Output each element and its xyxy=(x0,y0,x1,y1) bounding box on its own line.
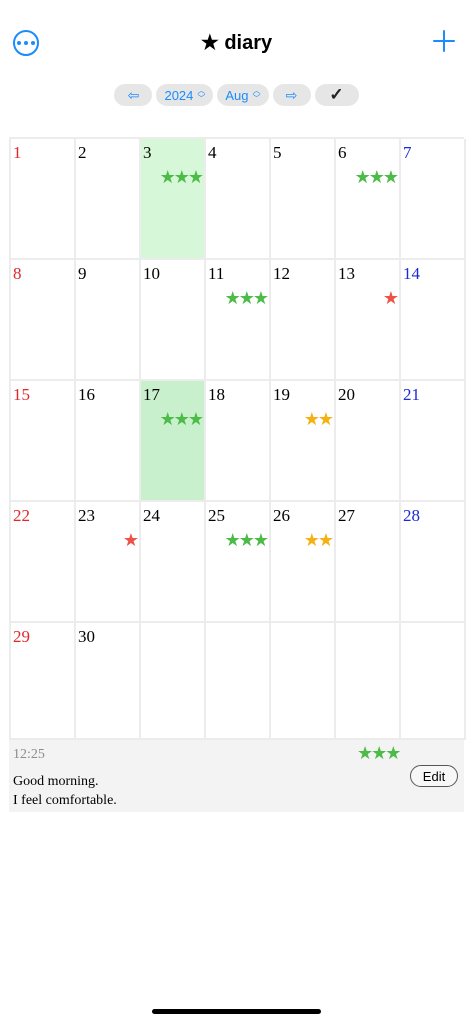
calendar-day-24[interactable]: 24 xyxy=(141,502,206,623)
rating-stars: ★★★ xyxy=(354,167,399,187)
calendar-day-4[interactable]: 4 xyxy=(206,139,271,260)
day-number: 5 xyxy=(273,143,282,162)
calendar-day-17[interactable]: 17 ★★★ xyxy=(141,381,206,502)
rating-stars: ★★ xyxy=(303,409,334,429)
day-number: 11 xyxy=(208,264,225,283)
entry-detail: 12:25 ★★★ Good morning. I feel comfortab… xyxy=(9,740,464,812)
day-number: 2 xyxy=(78,143,87,162)
rating-stars: ★★★ xyxy=(224,530,269,550)
day-number: 23 xyxy=(78,506,95,525)
next-month-button[interactable]: ⇨ xyxy=(272,84,311,106)
day-number: 29 xyxy=(13,627,30,646)
day-number: 12 xyxy=(273,264,290,283)
calendar-day-15[interactable]: 15 xyxy=(11,381,76,502)
day-number: 10 xyxy=(143,264,160,283)
day-number: 18 xyxy=(208,385,225,404)
year-value: 2024 xyxy=(164,87,194,103)
day-number: 21 xyxy=(403,385,420,404)
calendar-empty-cell xyxy=(206,623,271,740)
calendar-day-26[interactable]: 26 ★★ xyxy=(271,502,336,623)
calendar-day-9[interactable]: 9 xyxy=(76,260,141,381)
home-indicator xyxy=(152,1009,321,1014)
entry-time: 12:25 xyxy=(13,747,45,762)
calendar-empty-cell xyxy=(336,623,401,740)
rating-stars: ★★★ xyxy=(159,167,204,187)
year-select[interactable]: 2024 ︿ ﹀ xyxy=(156,84,214,106)
day-number: 6 xyxy=(338,143,347,162)
entry-rating-stars: ★★★ xyxy=(357,743,401,763)
calendar-day-8[interactable]: 8 xyxy=(11,260,76,381)
calendar-day-30[interactable]: 30 xyxy=(76,623,141,740)
calendar-day-6[interactable]: 6 ★★★ xyxy=(336,139,401,260)
add-entry-button[interactable] xyxy=(432,29,456,53)
day-number: 14 xyxy=(403,264,420,283)
calendar-empty-cell xyxy=(401,623,466,740)
check-button[interactable]: ✓ xyxy=(314,84,359,106)
day-number: 7 xyxy=(403,143,412,162)
month-value: Aug xyxy=(225,87,249,103)
rating-stars: ★ xyxy=(382,288,399,308)
day-number: 4 xyxy=(208,143,217,162)
calendar-day-25[interactable]: 25 ★★★ xyxy=(206,502,271,623)
day-number: 16 xyxy=(78,385,95,404)
rating-stars: ★★ xyxy=(303,530,334,550)
rating-stars: ★★★ xyxy=(224,288,269,308)
day-number: 28 xyxy=(403,506,420,525)
calendar-day-27[interactable]: 27 xyxy=(336,502,401,623)
diary-app: ★ diary ⇦ 2024 ︿ ﹀ Aug ︿ ﹀ ⇨ ✓ 1 2 3 ★★★ 4 5 6 ★★… xyxy=(0,0,473,1024)
day-number: 15 xyxy=(13,385,30,404)
calendar-empty-cell xyxy=(141,623,206,740)
page-title: ★ diary xyxy=(200,32,273,54)
calendar-day-28[interactable]: 28 xyxy=(401,502,466,623)
calendar-day-11[interactable]: 11 ★★★ xyxy=(206,260,271,381)
calendar-day-23[interactable]: 23 ★ xyxy=(76,502,141,623)
calendar-grid: 1 2 3 ★★★ 4 5 6 ★★★ 7 8 9 10 11 ★★★ 12 13 ★ 14 15 16 17 ★★★ 18… xyxy=(9,137,466,740)
calendar-day-18[interactable]: 18 xyxy=(206,381,271,502)
chevron-up-down-icon: ︿ ﹀ xyxy=(197,86,206,103)
calendar-day-7[interactable]: 7 xyxy=(401,139,466,260)
entry-line: I feel comfortable. xyxy=(13,793,117,808)
edit-button[interactable]: Edit xyxy=(410,765,458,787)
day-number: 19 xyxy=(273,385,290,404)
day-number: 27 xyxy=(338,506,355,525)
calendar-day-5[interactable]: 5 xyxy=(271,139,336,260)
day-number: 25 xyxy=(208,506,225,525)
day-number: 1 xyxy=(13,143,22,162)
month-select[interactable]: Aug ︿ ﹀ xyxy=(217,84,269,106)
day-number: 3 xyxy=(143,143,152,162)
entry-text: Good morning. I feel comfortable. xyxy=(13,772,117,810)
day-number: 13 xyxy=(338,264,355,283)
calendar-day-20[interactable]: 20 xyxy=(336,381,401,502)
day-number: 26 xyxy=(273,506,290,525)
chevron-up-down-icon: ︿ ﹀ xyxy=(252,86,261,103)
day-number: 30 xyxy=(78,627,95,646)
calendar-day-14[interactable]: 14 xyxy=(401,260,466,381)
rating-stars: ★★★ xyxy=(159,409,204,429)
calendar-day-3[interactable]: 3 ★★★ xyxy=(141,139,206,260)
calendar-day-10[interactable]: 10 xyxy=(141,260,206,381)
calendar-day-12[interactable]: 12 xyxy=(271,260,336,381)
rating-stars: ★ xyxy=(122,530,139,550)
day-number: 17 xyxy=(143,385,160,404)
calendar-day-29[interactable]: 29 xyxy=(11,623,76,740)
month-toolbar: ⇦ 2024 ︿ ﹀ Aug ︿ ﹀ ⇨ ✓ xyxy=(0,84,473,106)
calendar-day-21[interactable]: 21 xyxy=(401,381,466,502)
day-number: 22 xyxy=(13,506,30,525)
calendar-day-13[interactable]: 13 ★ xyxy=(336,260,401,381)
header: ★ diary xyxy=(0,22,473,62)
entry-line: Good morning. xyxy=(13,774,99,789)
prev-month-button[interactable]: ⇦ xyxy=(114,84,153,106)
calendar-empty-cell xyxy=(271,623,336,740)
day-number: 24 xyxy=(143,506,160,525)
day-number: 9 xyxy=(78,264,87,283)
calendar-day-19[interactable]: 19 ★★ xyxy=(271,381,336,502)
calendar-day-1[interactable]: 1 xyxy=(11,139,76,260)
day-number: 20 xyxy=(338,385,355,404)
calendar-day-22[interactable]: 22 xyxy=(11,502,76,623)
calendar-day-2[interactable]: 2 xyxy=(76,139,141,260)
calendar-day-16[interactable]: 16 xyxy=(76,381,141,502)
day-number: 8 xyxy=(13,264,22,283)
